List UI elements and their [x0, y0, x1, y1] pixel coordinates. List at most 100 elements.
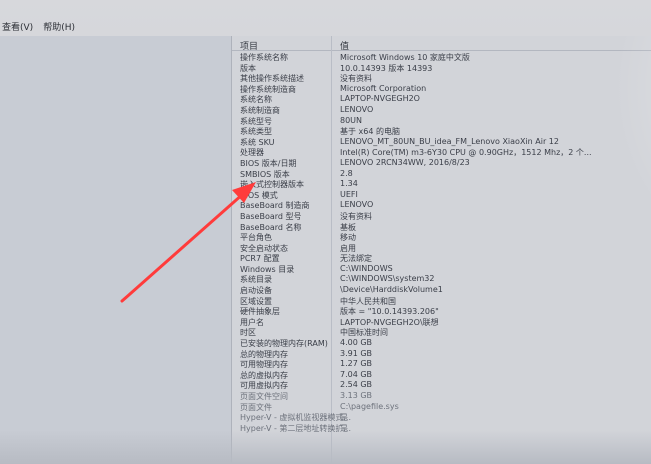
row-value: 无法绑定: [340, 254, 372, 264]
row-item: Hyper-V - 虚拟机监视器模式...: [240, 413, 352, 423]
row-value: \Device\HarddiskVolume1: [340, 285, 443, 295]
row-item: 操作系统制造商: [240, 84, 296, 94]
row-item: BIOS 模式: [240, 190, 278, 200]
table-row[interactable]: 操作系统制造商 Microsoft Corporation: [232, 84, 651, 95]
row-value: 1.34: [340, 179, 358, 189]
row-item: 页面文件: [240, 402, 272, 412]
table-row[interactable]: Windows 目录 C:\WINDOWS: [232, 264, 651, 275]
row-value: LENOVO: [340, 104, 374, 114]
table-row[interactable]: 其他操作系统描述 没有资料: [232, 73, 651, 84]
table-row[interactable]: 启动设备 \Device\HarddiskVolume1: [232, 285, 651, 296]
table-row[interactable]: 嵌入式控制器版本 1.34: [232, 179, 651, 190]
table-row[interactable]: 用户名 LAPTOP-NVGEGH2O\联想: [232, 317, 651, 328]
row-value: 中国标准时间: [340, 328, 388, 338]
table-row[interactable]: 页面文件空间 3.13 GB: [232, 391, 651, 402]
table-row[interactable]: BIOS 版本/日期 LENOVO 2RCN34WW, 2016/8/23: [232, 158, 651, 169]
category-tree-pane[interactable]: [0, 36, 232, 464]
table-row[interactable]: 操作系统名称 Microsoft Windows 10 家庭中文版: [232, 52, 651, 63]
system-summary-pane: 项目 值 操作系统名称 Microsoft Windows 10 家庭中文版 版本 1…: [232, 36, 651, 464]
row-item: 系统名称: [240, 95, 272, 105]
row-value: 没有资料: [340, 74, 372, 84]
row-value: 80UN: [340, 115, 363, 125]
table-row[interactable]: BaseBoard 名称 基板: [232, 222, 651, 233]
row-item: 已安装的物理内存(RAM): [240, 339, 328, 349]
screen: 查看(V) 帮助(H) 项目 值 操作系统名称 Microsoft Windows…: [0, 0, 651, 464]
table-row[interactable]: 版本 10.0.14393 版本 14393: [232, 63, 651, 74]
table-row[interactable]: 硬件抽象层 版本 = "10.0.14393.206": [232, 306, 651, 317]
table-rows: 操作系统名称 Microsoft Windows 10 家庭中文版 版本 10.0.1…: [232, 52, 651, 433]
row-value: LENOVO 2RCN34WW, 2016/8/23: [340, 157, 470, 167]
table-row[interactable]: 可用虚拟内存 2.54 GB: [232, 380, 651, 391]
row-item: 总的虚拟内存: [240, 370, 288, 380]
row-value: C:\WINDOWS\system32: [340, 274, 435, 284]
table-row[interactable]: Hyper-V - 第二层地址转换扩... 是: [232, 423, 651, 434]
table-row[interactable]: 系统型号 80UN: [232, 116, 651, 127]
table-row[interactable]: 系统类型 基于 x64 的电脑: [232, 126, 651, 137]
row-value: 2.8: [340, 168, 353, 178]
row-item: PCR7 配置: [240, 254, 280, 264]
row-item: 页面文件空间: [240, 392, 288, 401]
row-item: 系统制造商: [240, 105, 280, 115]
row-item: 区域设置: [240, 296, 272, 306]
row-value: 3.13 GB: [340, 391, 373, 400]
row-item: 安全启动状态: [240, 243, 288, 253]
table-row[interactable]: 系统目录 C:\WINDOWS\system32: [232, 274, 651, 285]
row-value: LENOVO_MT_80UN_BU_idea_FM_Lenovo XiaoXin…: [340, 136, 559, 146]
row-value: C:\WINDOWS: [340, 263, 393, 273]
row-value: 启用: [340, 243, 356, 253]
table-row[interactable]: 系统制造商 LENOVO: [232, 105, 651, 116]
table-row[interactable]: SMBIOS 版本 2.8: [232, 169, 651, 180]
row-value: LAPTOP-NVGEGH2O\联想: [340, 317, 439, 327]
row-value: Intel(R) Core(TM) m3-6Y30 CPU @ 0.90GHz，…: [340, 148, 592, 158]
table-row[interactable]: 系统 SKU LENOVO_MT_80UN_BU_idea_FM_Lenovo X…: [232, 137, 651, 148]
row-item: 系统 SKU: [240, 137, 275, 147]
table-row[interactable]: 系统名称 LAPTOP-NVGEGH2O: [232, 94, 651, 105]
row-value: Microsoft Corporation: [340, 83, 427, 93]
row-item: 启动设备: [240, 286, 272, 296]
row-value: 中华人民共和国: [340, 296, 396, 306]
table-row[interactable]: BaseBoard 制造商 LENOVO: [232, 200, 651, 211]
table-row[interactable]: 处理器 Intel(R) Core(TM) m3-6Y30 CPU @ 0.90G…: [232, 147, 651, 158]
row-item: Hyper-V - 第二层地址转换扩...: [240, 423, 352, 433]
table-row[interactable]: PCR7 配置 无法绑定: [232, 253, 651, 264]
row-item: 其他操作系统描述: [240, 74, 304, 84]
row-value: UEFI: [340, 189, 358, 199]
row-item: 总的物理内存: [240, 349, 288, 359]
table-row[interactable]: 页面文件 C:\pagefile.sys: [232, 402, 651, 413]
column-header-value[interactable]: 值: [340, 39, 349, 52]
column-header-item[interactable]: 项目: [240, 39, 258, 52]
row-item: 系统型号: [240, 116, 272, 126]
table-row[interactable]: BaseBoard 型号 没有资料: [232, 211, 651, 222]
row-value: 没有资料: [340, 211, 372, 221]
row-value: LAPTOP-NVGEGH2O: [340, 94, 420, 104]
row-value: 1.27 GB: [340, 359, 373, 369]
row-value: 7.04 GB: [340, 369, 373, 379]
row-value: 是: [340, 413, 348, 423]
row-item: SMBIOS 版本: [240, 169, 290, 179]
table-row[interactable]: 已安装的物理内存(RAM) 4.00 GB: [232, 338, 651, 349]
row-value: Microsoft Windows 10 家庭中文版: [340, 53, 470, 62]
row-item: 系统目录: [240, 275, 272, 285]
table-row[interactable]: 平台角色 移动: [232, 232, 651, 243]
table-row[interactable]: 可用物理内存 1.27 GB: [232, 359, 651, 370]
row-item: BaseBoard 制造商: [240, 201, 310, 211]
row-item: 硬件抽象层: [240, 307, 280, 317]
row-item: 平台角色: [240, 233, 272, 243]
table-row[interactable]: BIOS 模式 UEFI: [232, 190, 651, 201]
row-item: 系统类型: [240, 127, 272, 137]
row-value: 3.91 GB: [340, 348, 373, 358]
row-value: 基于 x64 的电脑: [340, 127, 400, 137]
table-row[interactable]: 安全启动状态 启用: [232, 243, 651, 254]
table-row[interactable]: 总的虚拟内存 7.04 GB: [232, 370, 651, 381]
table-row[interactable]: 总的物理内存 3.91 GB: [232, 349, 651, 360]
table-row[interactable]: 区域设置 中华人民共和国: [232, 296, 651, 307]
table-row[interactable]: Hyper-V - 虚拟机监视器模式... 是: [232, 412, 651, 423]
row-value: LENOVO: [340, 200, 374, 210]
row-item: Windows 目录: [240, 264, 295, 274]
row-value: 是: [340, 423, 348, 433]
table-row[interactable]: 时区 中国标准时间: [232, 327, 651, 338]
row-item: 嵌入式控制器版本: [240, 180, 304, 190]
menu-view[interactable]: 查看(V): [2, 20, 33, 34]
row-value: 版本 = "10.0.14393.206": [340, 307, 439, 317]
menu-help[interactable]: 帮助(H): [43, 20, 75, 34]
